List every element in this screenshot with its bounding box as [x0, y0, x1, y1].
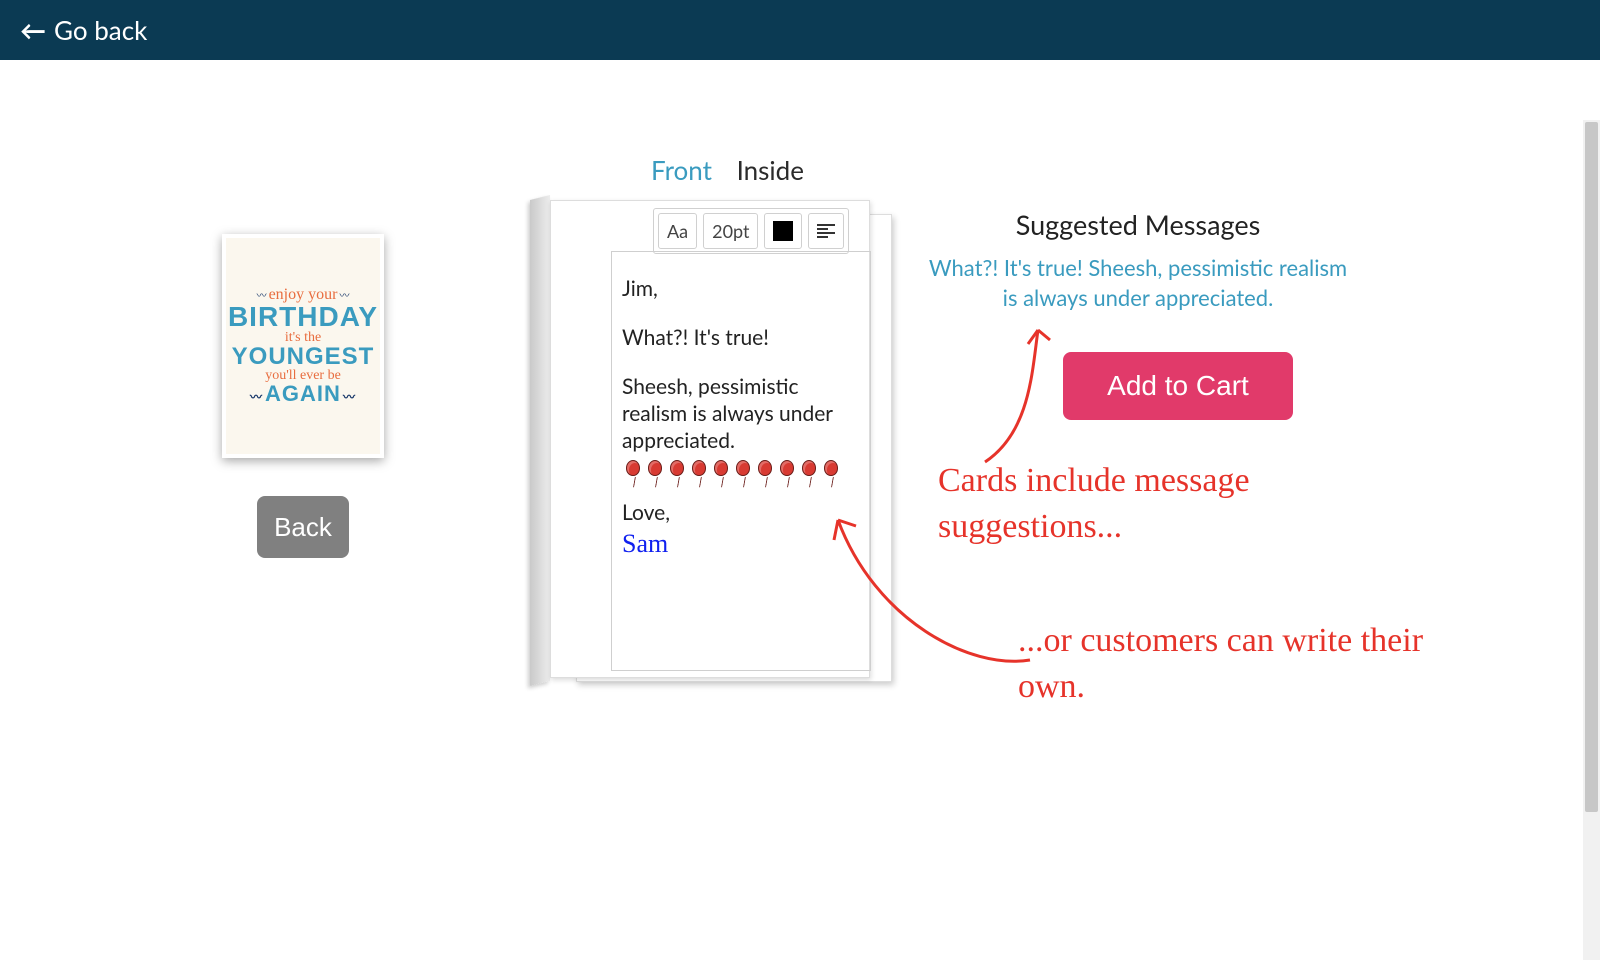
- scrollbar[interactable]: [1583, 120, 1600, 960]
- balloon-icon: [622, 460, 644, 490]
- color-swatch-icon: [773, 221, 793, 241]
- card-thumbnail-art: enjoy your BIRTHDAY it's the YOUNGEST yo…: [226, 238, 380, 454]
- card-thumbnail[interactable]: enjoy your BIRTHDAY it's the YOUNGEST yo…: [222, 234, 384, 458]
- balloon-icon: [820, 460, 842, 490]
- app-header: ← Go back: [0, 0, 1600, 60]
- go-back-link[interactable]: ← Go back: [20, 14, 147, 46]
- page-content: enjoy your BIRTHDAY it's the YOUNGEST yo…: [0, 60, 1600, 900]
- font-color-picker[interactable]: [764, 213, 802, 249]
- card-editor-stage: Aa 20pt Jim, What?! It's: [530, 200, 892, 686]
- font-size-picker[interactable]: 20pt: [703, 213, 758, 249]
- text-toolbar: Aa 20pt: [653, 208, 849, 254]
- editor-signoff: Love,: [622, 500, 860, 527]
- suggested-message-option[interactable]: What?! It's true! Sheesh, pessimistic re…: [928, 253, 1348, 312]
- message-editor[interactable]: Jim, What?! It's true! Sheesh, pessimist…: [611, 251, 871, 671]
- font-picker[interactable]: Aa: [658, 213, 697, 249]
- editor-line-1: What?! It's true!: [622, 325, 860, 352]
- balloon-row: [622, 460, 860, 490]
- balloon-icon: [776, 460, 798, 490]
- right-column: Suggested Messages What?! It's true! She…: [928, 208, 1428, 420]
- card-back-button[interactable]: Back: [257, 496, 349, 558]
- thumb-line-youngest: YOUNGEST: [232, 345, 375, 369]
- blank-line: [622, 352, 860, 374]
- card-page: Aa 20pt Jim, What?! It's: [550, 200, 870, 678]
- balloon-icon: [798, 460, 820, 490]
- balloon-icon: [732, 460, 754, 490]
- tab-inside[interactable]: Inside: [737, 154, 804, 186]
- balloon-icon: [666, 460, 688, 490]
- card-face-tabs: Front Inside: [651, 154, 822, 186]
- annotation-write-own: ...or customers can write their own.: [1018, 618, 1438, 710]
- align-left-icon: [817, 224, 835, 238]
- thumb-line-birthday: BIRTHDAY: [228, 303, 378, 331]
- suggested-messages-title: Suggested Messages: [928, 208, 1348, 241]
- card-spine: [530, 195, 550, 686]
- text-align-picker[interactable]: [808, 213, 844, 249]
- arrow-left-icon: ←: [20, 14, 46, 46]
- blank-line: [622, 303, 860, 325]
- editor-greeting: Jim,: [622, 276, 860, 303]
- editor-line-2: Sheesh, pessimistic realism is always un…: [622, 374, 860, 455]
- tab-front[interactable]: Front: [651, 154, 712, 186]
- annotation-suggestions: Cards include message suggestions...: [938, 458, 1418, 550]
- editor-signature: Sam: [622, 527, 860, 560]
- balloon-icon: [754, 460, 776, 490]
- go-back-label: Go back: [54, 14, 147, 46]
- thumb-line-again: AGAIN: [248, 383, 358, 405]
- balloon-icon: [710, 460, 732, 490]
- balloon-icon: [688, 460, 710, 490]
- add-to-cart-button[interactable]: Add to Cart: [1063, 352, 1293, 420]
- scrollbar-thumb[interactable]: [1585, 122, 1598, 812]
- balloon-icon: [644, 460, 666, 490]
